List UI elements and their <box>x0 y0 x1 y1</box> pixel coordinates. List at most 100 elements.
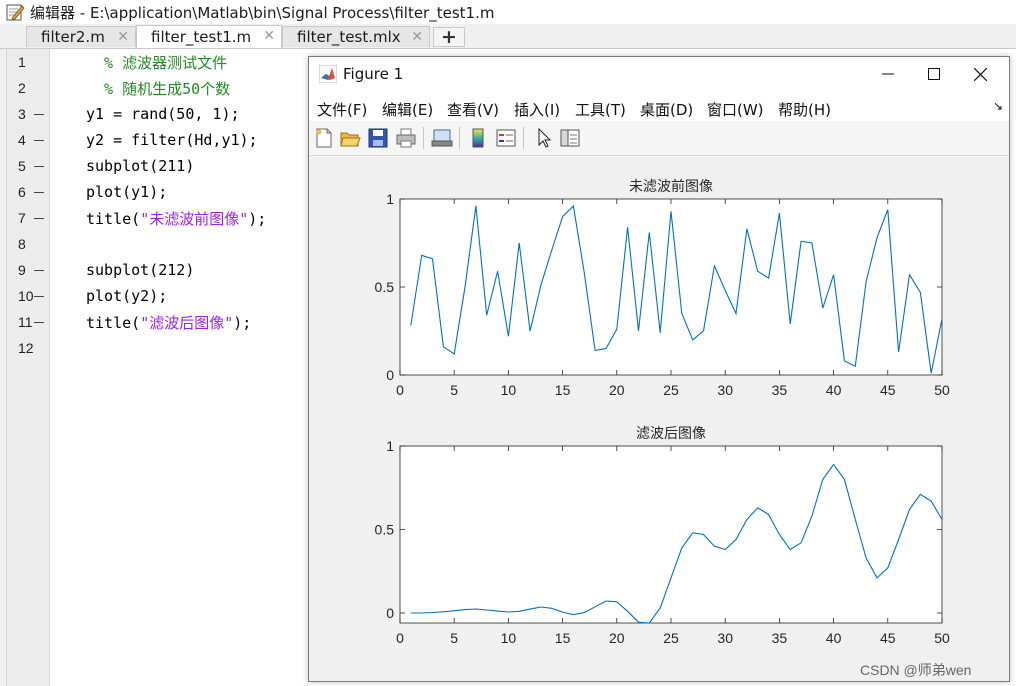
menu-desktop[interactable]: 桌面(D) <box>640 99 693 120</box>
figure-toolbar <box>309 121 1009 156</box>
close-window-button[interactable] <box>957 57 1003 91</box>
code-token: plot(y1); <box>86 183 168 201</box>
figure-title-bar[interactable]: Figure 1 <box>309 57 1009 91</box>
figure-window[interactable]: Figure 1 文件(F) 编辑(E) 查看(V) 插入(I) 工具(T) 桌… <box>308 56 1010 682</box>
code-text: % 随机生成50个数 <box>86 78 230 99</box>
breakpoint-marker[interactable] <box>34 191 44 193</box>
code-line[interactable]: 12 <box>0 335 310 361</box>
breakpoint-marker[interactable] <box>34 113 44 115</box>
code-text: % 滤波器测试文件 <box>86 52 227 73</box>
plot-canvas[interactable]: 未滤波前图像0 5 10 15 20 25 30 35 40 45 5000.51滤波后图像0 5 10… <box>309 156 1009 681</box>
code-line[interactable]: 1 % 滤波器测试文件 <box>0 49 310 75</box>
property-editor-icon[interactable] <box>559 127 581 149</box>
code-text: y1 = rand(50, 1); <box>86 105 240 123</box>
matlab-logo-icon <box>319 65 337 83</box>
code-line[interactable]: 10 plot(y2); <box>0 283 310 309</box>
code-token: ); <box>248 209 267 228</box>
x-tick-label: 0 <box>396 382 404 398</box>
x-tick-label: 30 <box>717 382 733 398</box>
x-tick-label: 40 <box>826 630 842 646</box>
new-figure-icon[interactable] <box>313 127 335 149</box>
line-number: 9 <box>18 262 26 278</box>
x-tick-label: 40 <box>826 382 842 398</box>
save-icon[interactable] <box>367 127 389 149</box>
breakpoint-marker[interactable] <box>34 321 44 323</box>
x-tick-label: 0 <box>396 630 404 646</box>
x-tick-label: 15 <box>555 382 571 398</box>
menu-help[interactable]: 帮助(H) <box>778 99 831 120</box>
breakpoint-marker[interactable] <box>34 139 44 141</box>
code-line[interactable]: 6 plot(y1); <box>0 179 310 205</box>
code-line[interactable]: 3 y1 = rand(50, 1); <box>0 101 310 127</box>
open-file-icon[interactable] <box>339 127 361 149</box>
chart-title: 滤波后图像 <box>636 425 706 441</box>
legend-icon[interactable] <box>495 127 517 149</box>
x-tick-label: 45 <box>880 630 896 646</box>
menu-view[interactable]: 查看(V) <box>447 99 499 120</box>
close-icon[interactable]: ✕ <box>411 29 423 45</box>
breakpoint-marker[interactable] <box>34 269 44 271</box>
code-line[interactable]: 11 title("滤波后图像"); <box>0 309 310 335</box>
editor-title-bar: 编辑器 - E:\application\Matlab\bin\Signal P… <box>0 0 1016 24</box>
y-tick-label: 1 <box>386 438 394 454</box>
menu-window[interactable]: 窗口(W) <box>707 99 764 120</box>
code-text: subplot(212) <box>86 261 194 279</box>
tab-label: filter2.m <box>41 28 105 46</box>
x-tick-label: 20 <box>609 630 625 646</box>
code-line[interactable]: 9 subplot(212) <box>0 257 310 283</box>
menu-expand-icon[interactable]: ↘ <box>993 99 1003 113</box>
close-icon[interactable]: ✕ <box>117 29 129 45</box>
menu-tools[interactable]: 工具(T) <box>575 99 626 120</box>
maximize-icon <box>928 68 940 80</box>
print-icon[interactable] <box>395 127 417 149</box>
x-tick-label: 50 <box>934 630 950 646</box>
tab-filter-test1[interactable]: filter_test1.m ✕ <box>136 25 282 48</box>
line-number: 8 <box>18 236 26 252</box>
line-number: 11 <box>18 314 33 330</box>
figure-title: Figure 1 <box>343 65 404 83</box>
y-tick-label: 0 <box>386 605 394 621</box>
tab-filter-test-mlx[interactable]: filter_test.mlx ✕ <box>282 26 430 47</box>
x-tick-label: 10 <box>501 630 517 646</box>
x-tick-label: 35 <box>772 630 788 646</box>
code-token: plot(y2); <box>86 287 168 305</box>
x-tick-label: 20 <box>609 382 625 398</box>
code-line[interactable]: 4 y2 = filter(Hd,y1); <box>0 127 310 153</box>
tab-filter2[interactable]: filter2.m ✕ <box>26 26 136 47</box>
close-icon[interactable]: ✕ <box>263 28 275 44</box>
code-line[interactable]: 2 % 随机生成50个数 <box>0 75 310 101</box>
x-tick-label: 30 <box>717 630 733 646</box>
code-line[interactable]: 7 title("未滤波前图像"); <box>0 205 310 231</box>
code-token: y1 = rand(50, 1); <box>86 105 240 123</box>
line-number: 1 <box>18 54 26 70</box>
code-token: "未滤波前图像" <box>140 209 249 228</box>
menu-edit[interactable]: 编辑(E) <box>382 99 433 120</box>
tab-label: filter_test1.m <box>151 28 252 46</box>
menu-insert[interactable]: 插入(I) <box>514 99 560 120</box>
pointer-icon[interactable] <box>533 127 555 149</box>
maximize-button[interactable] <box>911 57 957 91</box>
close-icon <box>973 67 987 81</box>
figure-plot-area[interactable]: 未滤波前图像 0 5 10 15 20 25 30 35 40 45 50 0 0.5 1 滤波后图像 0 5 10… <box>309 156 1009 681</box>
figure-menu-bar: 文件(F) 编辑(E) 查看(V) 插入(I) 工具(T) 桌面(D) 窗口(W… <box>309 91 1009 121</box>
code-line[interactable]: 8 <box>0 231 310 257</box>
colorbar-icon[interactable] <box>467 127 489 149</box>
breakpoint-marker[interactable] <box>34 295 44 297</box>
breakpoint-marker[interactable] <box>34 165 44 167</box>
x-tick-label: 5 <box>450 382 458 398</box>
code-line[interactable]: 5 subplot(211) <box>0 153 310 179</box>
tab-label: filter_test.mlx <box>297 28 401 46</box>
line-number: 7 <box>18 210 26 226</box>
breakpoint-marker[interactable] <box>34 217 44 219</box>
line-number: 12 <box>18 340 34 356</box>
link-plot-icon[interactable] <box>431 127 453 149</box>
y-tick-label: 1 <box>386 191 394 207</box>
y-tick-label: 0 <box>386 367 394 383</box>
chart-title: 未滤波前图像 <box>629 178 713 194</box>
minimize-button[interactable] <box>865 57 911 91</box>
menu-file[interactable]: 文件(F) <box>317 99 367 120</box>
code-token: subplot(212) <box>86 261 195 279</box>
x-tick-label: 25 <box>663 630 679 646</box>
code-token: subplot(211) <box>86 157 195 175</box>
add-tab-button[interactable]: + <box>433 27 465 47</box>
